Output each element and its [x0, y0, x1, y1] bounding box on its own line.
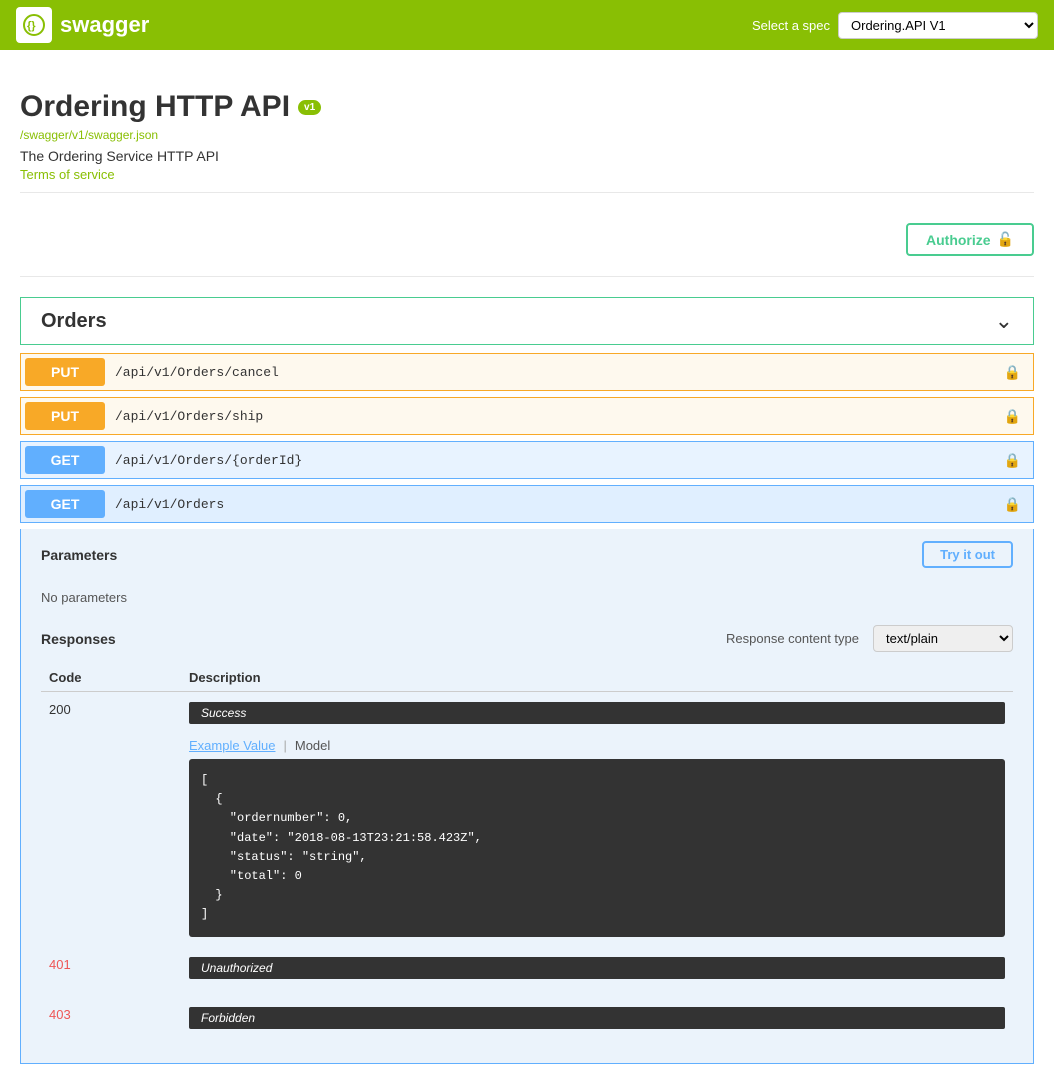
params-section-header: Parameters Try it out [21, 529, 1033, 580]
swagger-logo-text: swagger [60, 12, 149, 38]
endpoint-path-orders: /api/v1/Orders [111, 489, 1004, 520]
authorize-section: Authorize 🔓 [20, 203, 1034, 277]
lock-icon: 🔓 [997, 231, 1014, 248]
try-it-out-button[interactable]: Try it out [922, 541, 1013, 568]
response-row-403: 403 Forbidden [41, 997, 1013, 1047]
method-badge-put: PUT [25, 358, 105, 386]
responses-header: Responses Response content type text/pla… [41, 615, 1013, 652]
no-params-text: No parameters [21, 580, 1033, 615]
responses-section: Responses Response content type text/pla… [21, 615, 1033, 1047]
get-orders-content: Parameters Try it out No parameters Resp… [20, 529, 1034, 1064]
api-description: The Ordering Service HTTP API [20, 148, 1034, 164]
orders-section: Orders ⌄ PUT /api/v1/Orders/cancel 🔒 PUT… [20, 297, 1034, 1064]
params-title: Parameters [41, 547, 117, 563]
api-title-block: Ordering HTTP API v1 /swagger/v1/swagger… [20, 70, 1034, 193]
lock-icon-orders: 🔒 [1004, 496, 1021, 513]
method-badge-get-orderid: GET [25, 446, 105, 474]
top-bar: {} swagger Select a spec Ordering.API V1 [0, 0, 1054, 50]
endpoint-get-orderid[interactable]: GET /api/v1/Orders/{orderId} 🔒 [20, 441, 1034, 479]
orders-section-title: Orders [41, 310, 107, 333]
endpoint-path-cancel: /api/v1/Orders/cancel [111, 357, 1004, 388]
endpoint-get-orders[interactable]: GET /api/v1/Orders 🔒 [20, 485, 1034, 523]
orders-header[interactable]: Orders ⌄ [20, 297, 1034, 345]
api-title: Ordering HTTP API v1 [20, 90, 1034, 124]
response-code-200: 200 [49, 702, 71, 717]
response-content-type-control: Response content type text/plain applica… [726, 625, 1013, 652]
response-code-401: 401 [49, 957, 71, 972]
spec-select[interactable]: Ordering.API V1 [838, 12, 1038, 39]
response-desc-200: Success Example Value | Model [ { "order… [181, 692, 1013, 947]
lock-icon-cancel: 🔒 [1004, 364, 1021, 381]
method-badge-get-orders: GET [25, 490, 105, 518]
api-version-badge: v1 [298, 100, 321, 115]
spec-selector: Select a spec Ordering.API V1 [752, 12, 1038, 39]
spec-selector-label: Select a spec [752, 18, 830, 33]
responses-table: Code Description 200 Success Example Val… [41, 664, 1013, 1047]
swagger-logo-icon: {} [16, 7, 52, 43]
response-desc-403: Forbidden [181, 997, 1013, 1047]
response-row-401: 401 Unauthorized [41, 947, 1013, 997]
swagger-logo: {} swagger [16, 7, 149, 43]
response-content-type-select[interactable]: text/plain application/json [873, 625, 1013, 652]
example-value-tab[interactable]: Example Value [189, 738, 275, 753]
response-content-type-label: Response content type [726, 631, 859, 646]
response-row-200: 200 Success Example Value | Model [ { "o… [41, 692, 1013, 947]
api-title-text: Ordering HTTP API [20, 90, 290, 124]
response-badge-success: Success [189, 702, 1005, 724]
response-badge-unauthorized: Unauthorized [189, 957, 1005, 979]
response-badge-forbidden: Forbidden [189, 1007, 1005, 1029]
svg-text:{}: {} [27, 20, 36, 32]
authorize-btn-label: Authorize [926, 232, 991, 248]
endpoint-put-cancel[interactable]: PUT /api/v1/Orders/cancel 🔒 [20, 353, 1034, 391]
method-badge-put-ship: PUT [25, 402, 105, 430]
example-tabs-200: Example Value | Model [189, 738, 1005, 753]
responses-title: Responses [41, 631, 116, 647]
response-code-403: 403 [49, 1007, 71, 1022]
endpoint-put-ship[interactable]: PUT /api/v1/Orders/ship 🔒 [20, 397, 1034, 435]
api-spec-link[interactable]: /swagger/v1/swagger.json [20, 128, 1034, 142]
authorize-button[interactable]: Authorize 🔓 [906, 223, 1034, 256]
lock-icon-orderid: 🔒 [1004, 452, 1021, 469]
col-header-description: Description [181, 664, 1013, 692]
lock-icon-ship: 🔒 [1004, 408, 1021, 425]
code-sample-200: [ { "ordernumber": 0, "date": "2018-08-1… [189, 759, 1005, 937]
terms-of-service-link[interactable]: Terms of service [20, 167, 115, 182]
orders-chevron-icon: ⌄ [995, 308, 1013, 334]
response-desc-401: Unauthorized [181, 947, 1013, 997]
model-tab[interactable]: Model [295, 738, 330, 753]
endpoint-path-ship: /api/v1/Orders/ship [111, 401, 1004, 432]
endpoint-path-orderid: /api/v1/Orders/{orderId} [111, 445, 1004, 476]
col-header-code: Code [41, 664, 181, 692]
